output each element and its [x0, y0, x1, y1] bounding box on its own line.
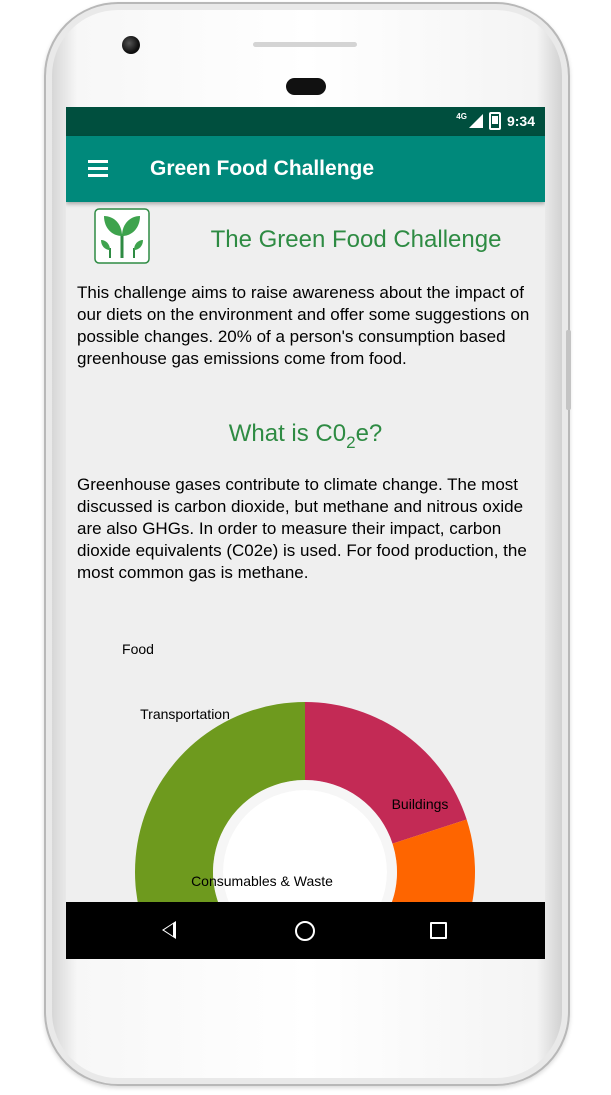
toolbar-title: Green Food Challenge	[150, 157, 375, 180]
co2-heading-subscript: 2	[346, 433, 356, 452]
battery-icon	[488, 112, 501, 130]
navigation-bar	[66, 902, 545, 959]
slice-label-buildings: Buildings	[392, 796, 449, 812]
status-bar: 4G 9:34	[66, 107, 545, 136]
recents-icon[interactable]	[430, 922, 447, 939]
proximity-sensor	[286, 78, 326, 95]
emissions-donut-chart: Food Buildings Consumables & Waste Transpor…	[122, 641, 476, 912]
slice-label-food: Food	[122, 641, 154, 657]
co2-heading-suffix: e?	[355, 420, 383, 447]
status-time: 9:34	[506, 113, 535, 129]
app-screen: 4G 9:34 Green Food Challenge The Green F…	[66, 107, 545, 959]
hamburger-menu-icon[interactable]	[88, 160, 108, 177]
seedling-logo-icon	[94, 208, 150, 264]
front-camera	[122, 36, 140, 54]
earpiece-speaker	[253, 42, 357, 47]
network-type: 4G	[456, 111, 467, 121]
intro-paragraph: This challenge aims to raise awareness a…	[77, 283, 530, 368]
co2-heading-prefix: What is C0	[228, 420, 347, 447]
app-toolbar: Green Food Challenge	[66, 136, 545, 202]
co2-heading: What is C02e?	[66, 420, 545, 453]
co2-paragraph: Greenhouse gases contribute to climate c…	[77, 475, 527, 582]
slice-label-transportation: Transportation	[140, 706, 230, 722]
home-icon[interactable]	[295, 921, 315, 941]
signal-icon	[468, 114, 483, 128]
slice-label-consumables-waste: Consumables & Waste	[191, 873, 333, 889]
back-icon[interactable]	[162, 921, 176, 939]
power-button	[566, 330, 571, 410]
page-title: The Green Food Challenge	[210, 226, 502, 253]
